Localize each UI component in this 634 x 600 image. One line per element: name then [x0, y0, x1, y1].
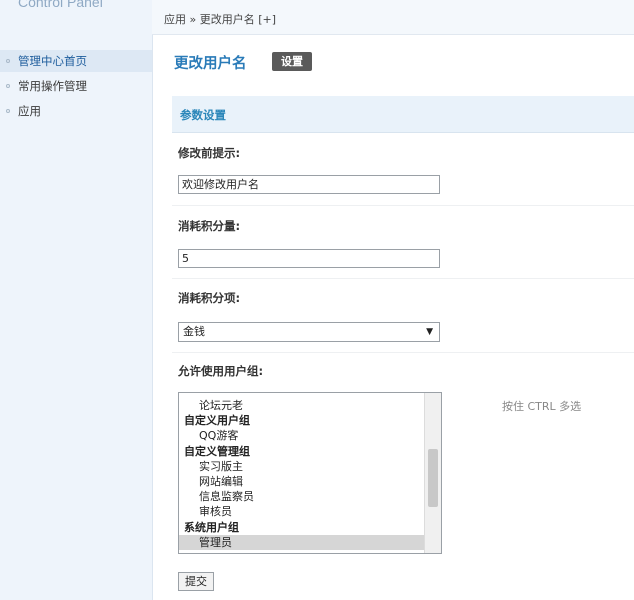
- main-panel: 应用 » 更改用户名 [+] 更改用户名 设置 参数设置 修改前提示: 欢迎修改…: [152, 0, 634, 600]
- list-item[interactable]: 审核员: [179, 504, 441, 519]
- params-header: 参数设置: [172, 96, 634, 133]
- bullet-icon: [6, 109, 10, 113]
- sidebar-item-admin-home[interactable]: 管理中心首页: [0, 50, 152, 72]
- list-item-selected[interactable]: 管理员: [179, 534, 441, 550]
- sidebar-item-common-ops[interactable]: 常用操作管理: [0, 75, 152, 97]
- control-panel-title: Control Panel: [18, 0, 103, 10]
- list-item[interactable]: QQ游客: [179, 428, 441, 443]
- cost-item-select[interactable]: 金钱 ▼: [178, 322, 440, 342]
- cost-input[interactable]: 5: [178, 249, 440, 268]
- groups-label: 允许使用用户组:: [178, 364, 264, 378]
- user-groups-listbox[interactable]: 论坛元老 自定义用户组 QQ游客 自定义管理组 实习版主 网站编辑 信息监察员 …: [178, 392, 442, 554]
- params-header-title: 参数设置: [180, 108, 226, 122]
- listbox-items: 论坛元老 自定义用户组 QQ游客 自定义管理组 实习版主 网站编辑 信息监察员 …: [179, 393, 441, 550]
- sidebar-item-label: 应用: [18, 104, 41, 118]
- list-item[interactable]: 信息监察员: [179, 489, 441, 504]
- sidebar-item-label: 常用操作管理: [18, 79, 87, 93]
- list-item[interactable]: 实习版主: [179, 459, 441, 474]
- bullet-icon: [6, 59, 10, 63]
- cost-item-label: 消耗积分项:: [178, 291, 241, 305]
- list-item[interactable]: 论坛元老: [179, 398, 441, 413]
- multi-select-hint: 按住 CTRL 多选: [502, 400, 582, 413]
- sidebar: Control Panel 管理中心首页 常用操作管理 应用: [0, 0, 153, 600]
- sidebar-item-label: 管理中心首页: [18, 54, 87, 68]
- bullet-icon: [6, 84, 10, 88]
- list-group-header: 自定义管理组: [184, 444, 250, 458]
- divider: [172, 352, 634, 353]
- cost-label: 消耗积分量:: [178, 219, 241, 233]
- divider: [172, 205, 634, 206]
- page-title: 更改用户名: [174, 56, 247, 72]
- list-group-header: 系统用户组: [184, 520, 239, 534]
- listbox-scrollbar[interactable]: [424, 393, 441, 553]
- cost-item-select-value: 金钱: [183, 325, 205, 338]
- scrollbar-thumb[interactable]: [428, 449, 438, 507]
- sidebar-menu: 管理中心首页 常用操作管理 应用: [0, 50, 152, 125]
- top-bar: 应用 » 更改用户名 [+]: [152, 0, 634, 35]
- chevron-down-icon: ▼: [426, 327, 433, 337]
- hint-input[interactable]: 欢迎修改用户名: [178, 175, 440, 194]
- list-group-header: 自定义用户组: [184, 414, 250, 428]
- divider: [172, 278, 634, 279]
- sidebar-item-apps[interactable]: 应用: [0, 100, 152, 122]
- list-item[interactable]: 网站编辑: [179, 474, 441, 489]
- submit-button[interactable]: 提交: [178, 572, 214, 591]
- breadcrumb[interactable]: 应用 » 更改用户名 [+]: [164, 11, 276, 27]
- hint-label: 修改前提示:: [178, 146, 241, 160]
- settings-button[interactable]: 设置: [272, 52, 312, 71]
